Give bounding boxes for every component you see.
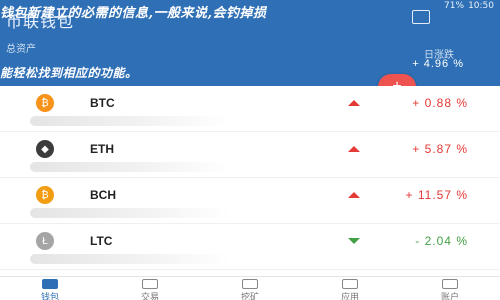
tab-apps[interactable]: 应用 — [315, 277, 385, 300]
tab-label: 账户 — [440, 292, 459, 300]
apps-icon — [342, 279, 358, 289]
daily-change-value: + 4.96 % — [412, 58, 464, 70]
exchange-icon — [142, 279, 158, 289]
overlay-text-bottom: 能轻松找到相应的功能。 — [0, 66, 138, 80]
litecoin-glyph: Ł — [42, 235, 48, 247]
litecoin-icon: Ł — [36, 232, 54, 250]
tab-exchange[interactable]: 交易 — [115, 277, 185, 300]
battery-text: 71% — [444, 1, 465, 11]
coin-row-bch[interactable]: ₿ BCH + 11.57 % — [0, 178, 500, 224]
bottom-tab-bar: 钱包 交易 挖矿 应用 账户 — [0, 276, 500, 300]
status-bar: 71% 10:50 — [444, 0, 494, 12]
coin-name: BCH — [90, 188, 116, 202]
tab-label: 交易 — [140, 292, 159, 300]
bitcoin-glyph: ₿ — [41, 97, 49, 109]
trend-down-icon — [348, 238, 360, 244]
blurred-balance — [30, 162, 230, 172]
coin-change: + 11.57 % — [405, 188, 468, 202]
ethereum-icon: ◆ — [36, 140, 54, 158]
bitcoin-icon: ₿ — [36, 94, 54, 112]
bitcoin-cash-icon: ₿ — [36, 186, 54, 204]
coin-row-btc[interactable]: ₿ BTC + 0.88 % — [0, 86, 500, 132]
blurred-balance — [30, 254, 230, 264]
tab-wallet[interactable]: 钱包 — [15, 277, 85, 300]
trend-up-icon — [348, 192, 360, 198]
bitcoin-cash-glyph: ₿ — [41, 189, 49, 201]
coin-change: - 2.04 % — [415, 234, 468, 248]
overlay-text-top: 钱包新建立的必需的信息,一般来说,会钓掉损 — [0, 6, 267, 21]
account-icon — [442, 279, 458, 289]
coin-name: LTC — [90, 234, 113, 248]
scan-icon[interactable] — [412, 10, 430, 24]
trend-up-icon — [348, 100, 360, 106]
ethereum-glyph: ◆ — [41, 143, 49, 155]
coin-row-eth[interactable]: ◆ ETH + 5.87 % — [0, 132, 500, 178]
wallet-icon — [42, 279, 58, 289]
tab-label: 挖矿 — [240, 292, 259, 300]
tab-mining[interactable]: 挖矿 — [215, 277, 285, 300]
header-banner: 71% 10:50 币联钱包 钱包新建立的必需的信息,一般来说,会钓掉损 总资产… — [0, 0, 500, 86]
mining-icon — [242, 279, 258, 289]
coin-change: + 0.88 % — [412, 96, 468, 110]
blurred-balance — [30, 116, 230, 126]
trend-up-icon — [348, 146, 360, 152]
coin-change: + 5.87 % — [412, 142, 468, 156]
tab-label: 应用 — [340, 292, 359, 300]
coin-row-ltc[interactable]: Ł LTC - 2.04 % — [0, 224, 500, 270]
coin-list: ₿ BTC + 0.88 % ◆ ETH + 5.87 % ₿ BCH + 11… — [0, 86, 500, 270]
tab-account[interactable]: 账户 — [415, 277, 485, 300]
coin-name: ETH — [90, 142, 114, 156]
tab-label: 钱包 — [40, 292, 59, 300]
blurred-balance — [30, 208, 230, 218]
clock-text: 10:50 — [468, 1, 494, 11]
coin-name: BTC — [90, 96, 115, 110]
total-assets-label: 总资产 — [6, 44, 36, 55]
